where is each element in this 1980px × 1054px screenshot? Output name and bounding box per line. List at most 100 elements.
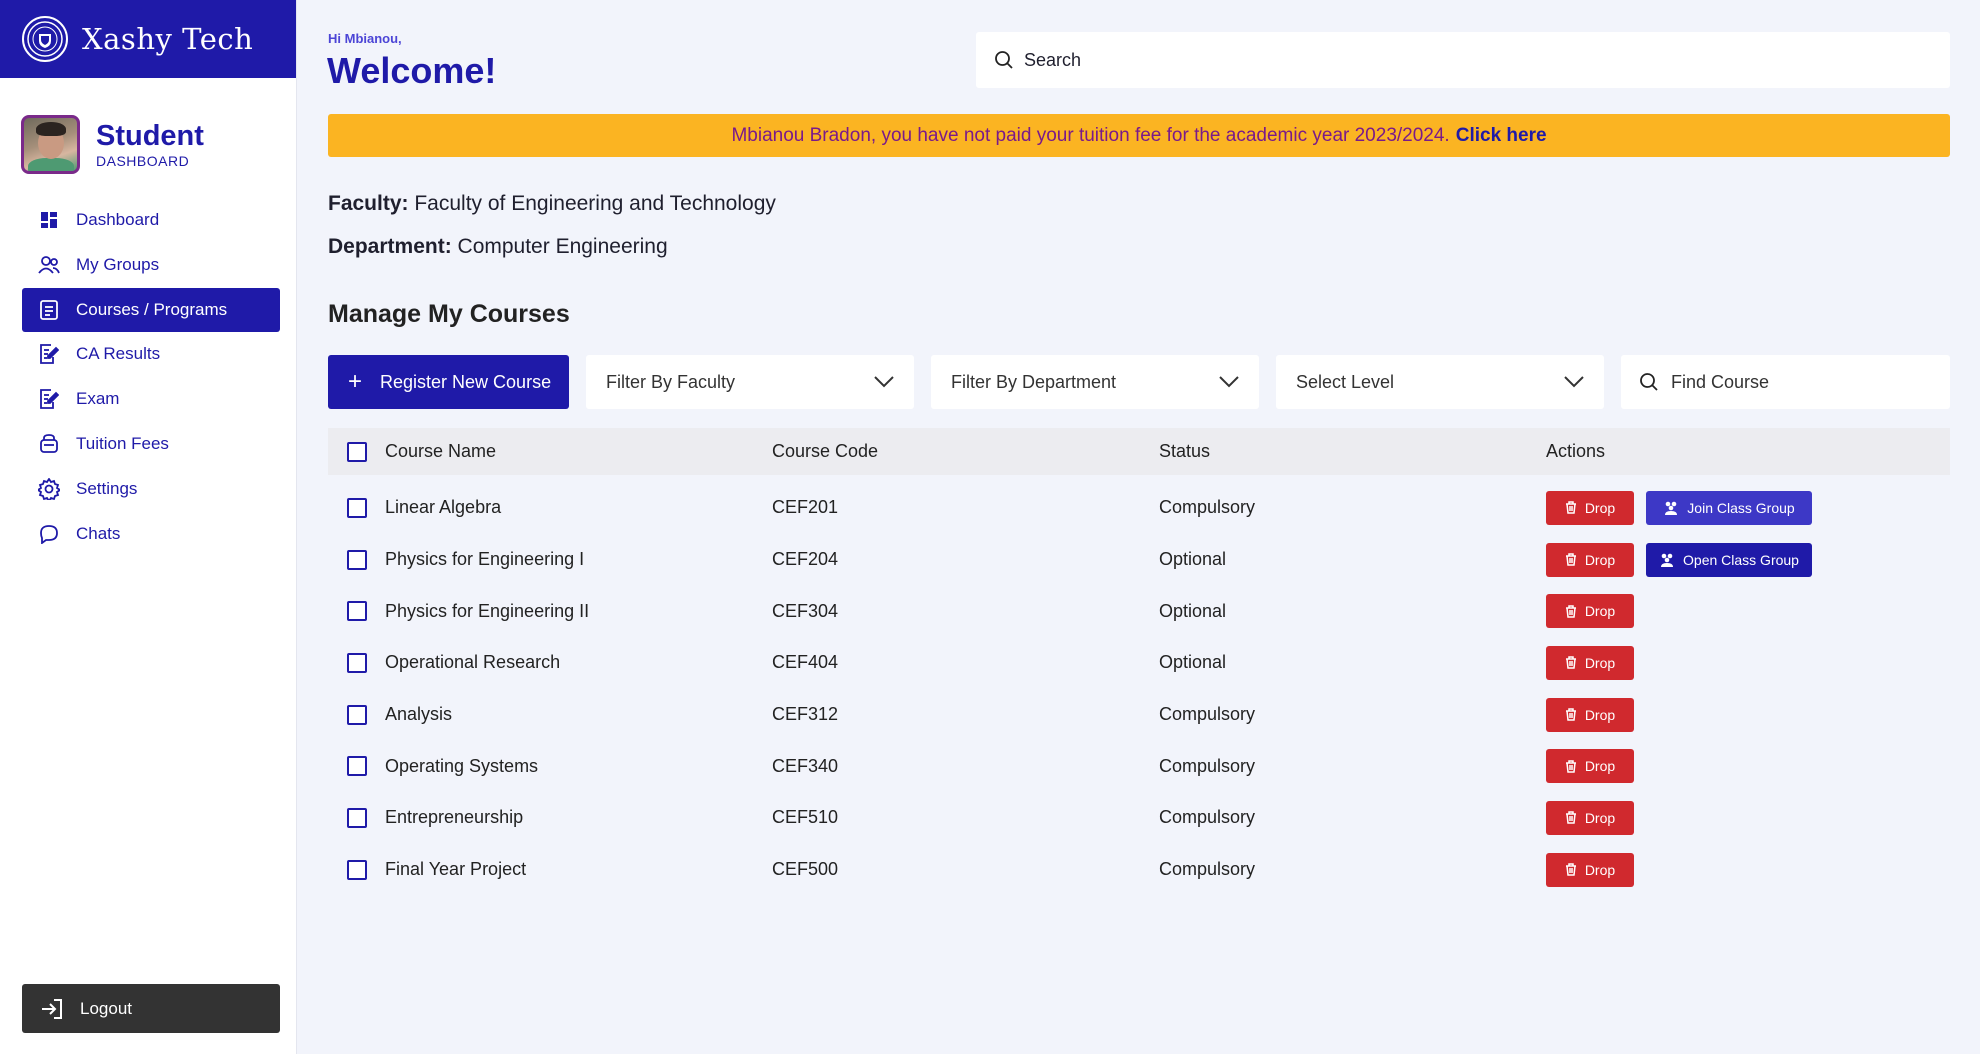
course-status: Compulsory <box>1159 807 1256 828</box>
filter-faculty-select[interactable]: Filter By Faculty <box>586 355 914 409</box>
sidebar-nav: Dashboard My Groups Courses / Programs C… <box>22 198 280 556</box>
sidebar-item-settings[interactable]: Settings <box>22 467 280 511</box>
course-name: Physics for Engineering II <box>385 600 590 621</box>
drop-button[interactable]: Drop <box>1546 852 1634 887</box>
row-checkbox[interactable] <box>346 601 367 622</box>
sidebar-item-courses-programs[interactable]: Courses / Programs <box>22 287 280 332</box>
trash-icon <box>1565 656 1576 670</box>
group-icon <box>1661 553 1674 567</box>
sidebar-item-exam[interactable]: Exam <box>22 377 280 421</box>
profile-card: Student DASHBOARD <box>21 115 204 174</box>
course-code: CEF204 <box>772 549 839 570</box>
course-name: Analysis <box>385 704 453 725</box>
course-name: Physics for Engineering I <box>385 549 585 570</box>
column-header-status: Status <box>1159 441 1211 461</box>
course-code: CEF304 <box>772 600 839 621</box>
edit-document-icon <box>38 343 60 365</box>
course-name: Operational Research <box>385 652 561 673</box>
search-bar[interactable] <box>976 32 1950 88</box>
table-row: Linear Algebra CEF201 Compulsory Drop Jo… <box>328 482 1950 534</box>
chevron-down-icon <box>874 376 894 388</box>
banner-click-here-link[interactable]: Click here <box>1456 125 1547 147</box>
course-code: CEF510 <box>772 807 839 828</box>
register-new-course-button[interactable]: + Register New Course <box>328 355 569 409</box>
drop-label: Drop <box>1584 861 1616 878</box>
university-seal-icon <box>22 16 68 62</box>
sidebar-item-label: Chats <box>76 523 121 543</box>
trash-icon <box>1565 604 1576 618</box>
row-checkbox[interactable] <box>346 497 367 518</box>
search-input[interactable] <box>1024 49 1904 71</box>
sidebar-item-label: CA Results <box>76 344 161 364</box>
open-class-group-button[interactable]: Open Class Group <box>1646 542 1812 577</box>
wallet-icon <box>38 433 60 455</box>
table-header: Course Name Course Code Status Actions <box>328 428 1950 475</box>
brand-header: Xashy Tech <box>0 0 296 78</box>
faculty-label: Faculty: <box>328 192 409 215</box>
course-code: CEF312 <box>772 704 839 725</box>
avatar[interactable] <box>21 115 80 174</box>
sidebar-item-label: Settings <box>76 478 138 498</box>
select-level-select[interactable]: Select Level <box>1276 355 1604 409</box>
trash-icon <box>1565 553 1576 566</box>
sidebar: Xashy Tech Student DASHBOARD Dashboard M… <box>0 0 297 1054</box>
course-status: Optional <box>1159 652 1227 673</box>
course-code: CEF404 <box>772 652 839 673</box>
table-row: Entrepreneurship CEF510 Compulsory Drop <box>328 792 1950 844</box>
logout-button[interactable]: Logout <box>22 984 280 1033</box>
row-checkbox[interactable] <box>346 549 367 570</box>
edit-document-icon <box>38 388 60 410</box>
drop-label: Drop <box>1584 654 1616 671</box>
drop-button[interactable]: Drop <box>1546 800 1634 835</box>
drop-button[interactable]: Drop <box>1546 594 1634 629</box>
section-title: Manage My Courses <box>328 300 570 328</box>
row-checkbox[interactable] <box>346 859 367 880</box>
sidebar-item-dashboard[interactable]: Dashboard <box>22 198 280 242</box>
drop-label: Drop <box>1584 706 1616 723</box>
select-level-label: Select Level <box>1296 371 1395 392</box>
drop-button[interactable]: Drop <box>1546 749 1634 784</box>
sidebar-item-tuition-fees[interactable]: Tuition Fees <box>22 422 280 466</box>
table-row: Final Year Project CEF500 Compulsory Dro… <box>328 844 1950 896</box>
find-course-input[interactable]: Find Course <box>1621 355 1950 409</box>
sidebar-item-label: Exam <box>76 389 120 409</box>
gear-icon <box>38 477 60 500</box>
course-name: Linear Algebra <box>385 497 502 518</box>
faculty-info: Faculty: Faculty of Engineering and Tech… <box>328 192 776 216</box>
row-checkbox[interactable] <box>346 807 367 828</box>
course-code: CEF340 <box>772 755 839 776</box>
drop-button[interactable]: Drop <box>1546 490 1634 525</box>
course-status: Optional <box>1159 600 1227 621</box>
logout-icon <box>40 997 64 1021</box>
drop-label: Drop <box>1584 809 1616 826</box>
sidebar-item-ca-results[interactable]: CA Results <box>22 332 280 376</box>
filter-department-select[interactable]: Filter By Department <box>931 355 1259 409</box>
row-checkbox[interactable] <box>346 756 367 777</box>
logout-label: Logout <box>80 998 132 1018</box>
brand-name: Xashy Tech <box>82 22 254 56</box>
course-status: Compulsory <box>1159 755 1256 776</box>
sidebar-item-my-groups[interactable]: My Groups <box>22 243 280 287</box>
course-name: Entrepreneurship <box>385 807 524 828</box>
department-label: Department: <box>328 235 452 258</box>
drop-button[interactable]: Drop <box>1546 645 1634 680</box>
drop-button[interactable]: Drop <box>1546 542 1634 577</box>
column-header-course-code: Course Code <box>772 441 879 461</box>
join-class-group-button[interactable]: Join Class Group <box>1646 490 1812 525</box>
sidebar-item-label: Courses / Programs <box>76 299 228 319</box>
row-checkbox[interactable] <box>346 704 367 725</box>
drop-label: Drop <box>1584 758 1616 775</box>
course-status: Compulsory <box>1159 859 1256 880</box>
sidebar-item-chats[interactable]: Chats <box>22 512 280 556</box>
drop-button[interactable]: Drop <box>1546 697 1634 732</box>
sidebar-item-label: Tuition Fees <box>76 433 169 453</box>
trash-icon <box>1565 811 1576 825</box>
register-label: Register New Course <box>380 371 552 392</box>
plus-icon: + <box>348 368 363 395</box>
select-all-checkbox[interactable] <box>346 441 367 462</box>
row-checkbox[interactable] <box>346 652 367 673</box>
department-info: Department: Computer Engineering <box>328 235 668 259</box>
group-icon <box>1665 501 1678 515</box>
trash-icon <box>1565 501 1576 515</box>
table-row: Operational Research CEF404 Optional Dro… <box>328 637 1950 689</box>
